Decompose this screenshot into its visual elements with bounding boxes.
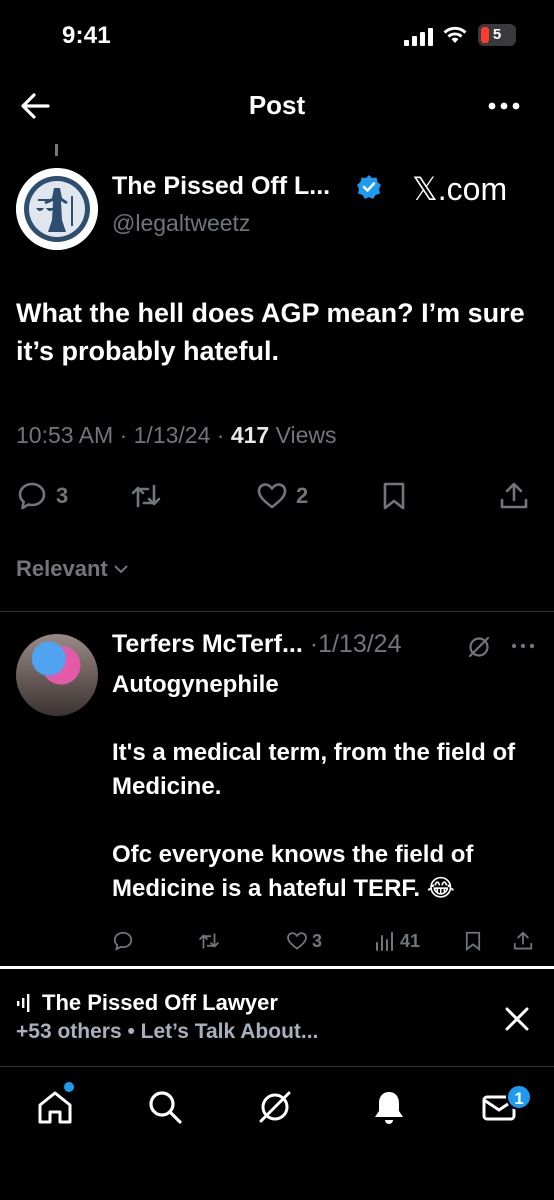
- verified-badge-icon: [357, 175, 381, 199]
- reply-count: 3: [56, 483, 69, 508]
- battery-indicator: 5: [478, 24, 516, 46]
- reply-paragraph: Autogynephile: [112, 671, 279, 698]
- page-title: Post: [248, 90, 306, 120]
- reply-header: Terfers McTerf... ·1/13/24: [112, 630, 402, 659]
- grok-icon[interactable]: [256, 1088, 294, 1126]
- thread-line: [55, 144, 58, 156]
- status-time: 9:41: [62, 22, 111, 49]
- close-icon[interactable]: [502, 1004, 532, 1034]
- post-date: 1/13/24: [133, 422, 211, 448]
- space-title-text: The Pissed Off Lawyer: [42, 990, 278, 1015]
- post-meta: 10:53 AM · 1/13/24 · 417 Views: [16, 422, 337, 448]
- more-options-icon[interactable]: [484, 94, 524, 118]
- repost-icon: [199, 933, 219, 949]
- sort-replies-dropdown[interactable]: Relevant: [16, 556, 130, 582]
- divider: [0, 1066, 554, 1067]
- grok-icon[interactable]: [466, 634, 492, 660]
- reply-share-button[interactable]: [512, 928, 534, 954]
- cellular-signal-icon: [404, 28, 433, 46]
- reply-paragraph: It's a medical term, from the field of M…: [112, 739, 516, 800]
- post-text: What the hell does AGP mean? I’m sure it…: [16, 298, 525, 366]
- home-notification-dot: [64, 1082, 74, 1092]
- share-icon: [500, 482, 528, 509]
- chevron-down-icon: [114, 565, 128, 574]
- repost-icon: [131, 484, 161, 508]
- search-icon[interactable]: [146, 1088, 184, 1126]
- share-button[interactable]: [498, 478, 530, 514]
- views-chart-icon: [376, 932, 393, 951]
- reply-views-count: 41: [400, 930, 421, 951]
- reply-bookmark-button[interactable]: [462, 928, 484, 954]
- author-avatar[interactable]: [16, 168, 98, 250]
- heart-icon: [257, 483, 287, 509]
- reply-repost-button[interactable]: [198, 928, 220, 954]
- reply-more-icon[interactable]: [510, 640, 536, 652]
- like-button[interactable]: 2: [256, 478, 308, 514]
- reply-date: ·1/13/24: [309, 630, 402, 658]
- home-icon[interactable]: [36, 1088, 74, 1126]
- like-count: 2: [296, 483, 309, 508]
- post-time: 10:53 AM: [16, 422, 114, 448]
- author-name[interactable]: The Pissed Off L...: [112, 172, 330, 201]
- reply-like-button[interactable]: 3: [286, 928, 322, 954]
- bookmark-button[interactable]: [378, 478, 410, 514]
- views-count: 417: [230, 422, 270, 448]
- space-bar-divider: [0, 966, 554, 969]
- author-handle[interactable]: @legaltweetz: [112, 210, 250, 237]
- share-icon: [513, 931, 533, 950]
- reply-like-count: 3: [312, 930, 323, 951]
- notifications-bell-icon[interactable]: [370, 1088, 408, 1126]
- sort-label: Relevant: [16, 556, 108, 581]
- reply-text: Autogynephile It's a medical term, from …: [112, 668, 542, 940]
- reply-reply-button[interactable]: [112, 928, 134, 954]
- messages-badge: 1: [506, 1084, 532, 1110]
- reply-button[interactable]: 3: [16, 478, 68, 514]
- space-subtitle[interactable]: +53 others • Let’s Talk About...: [16, 1020, 318, 1044]
- reply-icon: [113, 931, 133, 951]
- reply-author-avatar[interactable]: [16, 634, 98, 716]
- wifi-icon: [443, 26, 467, 43]
- repost-button[interactable]: [130, 478, 162, 514]
- reply-paragraph: Ofc everyone knows the field of Medicine…: [112, 841, 474, 902]
- views-label: Views: [275, 422, 337, 448]
- bookmark-icon: [465, 931, 481, 952]
- reply-views-button[interactable]: 41: [374, 928, 420, 954]
- audio-wave-icon: [17, 994, 30, 1012]
- reply-author-name[interactable]: Terfers McTerf...: [112, 630, 303, 658]
- reply-icon: [18, 482, 46, 510]
- space-title[interactable]: The Pissed Off Lawyer: [16, 990, 278, 1016]
- lady-justice-logo: [16, 168, 98, 250]
- bookmark-icon: [383, 482, 405, 510]
- divider: [0, 611, 554, 612]
- battery-percent: 5: [492, 26, 502, 43]
- heart-icon: [287, 932, 307, 950]
- watermark-xcom: 𝕏.com: [412, 171, 508, 207]
